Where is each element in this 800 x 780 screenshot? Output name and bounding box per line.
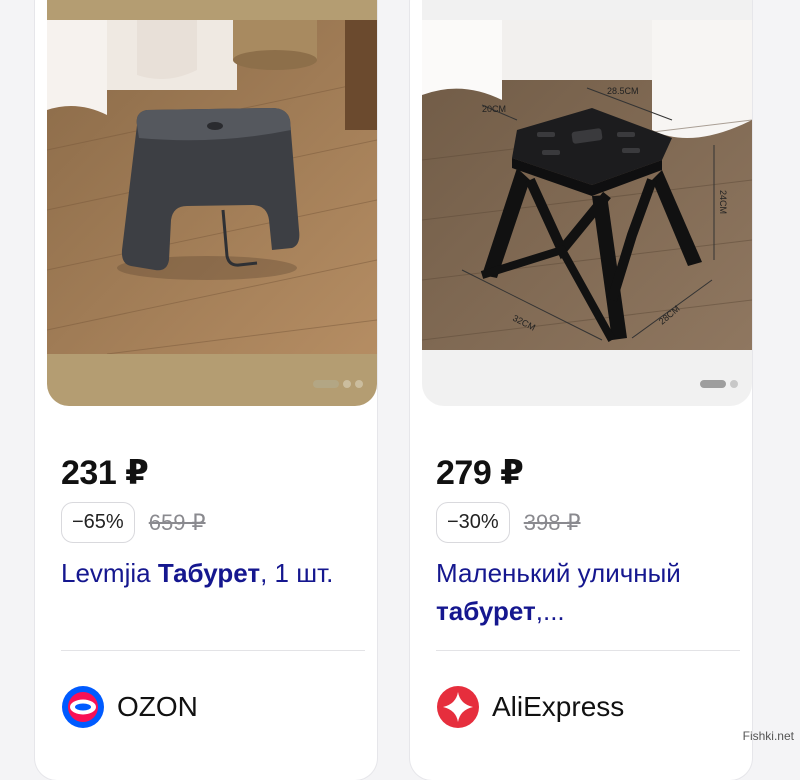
title-text: Маленький уличный — [436, 558, 681, 588]
product-image-ozon[interactable] — [47, 0, 377, 406]
divider — [61, 650, 365, 651]
image-carousel-dots[interactable] — [700, 380, 738, 388]
store-name: AliExpress — [492, 691, 625, 722]
carousel-dot[interactable] — [355, 380, 363, 388]
title-text: , 1 шт. — [260, 558, 334, 588]
dimension-label: 20CM — [482, 104, 506, 114]
title-text: ,... — [535, 596, 565, 626]
product-title-link[interactable]: Маленький уличный табурет,... — [436, 554, 736, 630]
product-title-link[interactable]: Levmjia Табурет, 1 шт. — [61, 554, 361, 592]
discount-badge: −30% — [436, 502, 510, 543]
dimension-label: 28.5CM — [607, 86, 639, 96]
carousel-dot[interactable] — [730, 380, 738, 388]
store-link-ozon[interactable]: OZON — [61, 685, 198, 729]
old-price: 398 ₽ — [523, 509, 581, 535]
title-keyword: табурет — [436, 596, 536, 626]
store-link-aliexpress[interactable]: AliExpress — [436, 685, 624, 729]
carousel-dot[interactable] — [700, 380, 726, 388]
title-text: Levmjia — [61, 558, 158, 588]
gray-plastic-stool-photo — [47, 20, 377, 354]
carousel-dot[interactable] — [343, 380, 351, 388]
product-card-aliexpress[interactable]: 20CM 28.5CM 24CM 32CM 28CM 279 ₽ −30% 39… — [410, 0, 752, 780]
discount-badge: −65% — [61, 502, 135, 543]
watermark: Fishki.net — [742, 729, 794, 743]
product-price: 231 ₽ — [61, 454, 149, 492]
store-name: OZON — [117, 691, 198, 722]
divider — [436, 650, 740, 651]
product-image-aliexpress[interactable]: 20CM 28.5CM 24CM 32CM 28CM — [422, 0, 752, 406]
carousel-dot[interactable] — [313, 380, 339, 388]
black-folding-stool-photo: 20CM 28.5CM 24CM 32CM 28CM — [422, 20, 752, 350]
product-price: 279 ₽ — [436, 454, 524, 492]
dimension-label: 24CM — [718, 190, 728, 214]
ozon-logo-icon — [62, 686, 104, 728]
old-price: 659 ₽ — [148, 509, 206, 535]
image-carousel-dots[interactable] — [313, 380, 363, 388]
title-keyword: Табурет — [157, 558, 261, 588]
aliexpress-logo-icon — [437, 686, 479, 728]
product-card-ozon[interactable]: 231 ₽ −65% 659 ₽ Levmjia Табурет, 1 шт. … — [35, 0, 377, 780]
